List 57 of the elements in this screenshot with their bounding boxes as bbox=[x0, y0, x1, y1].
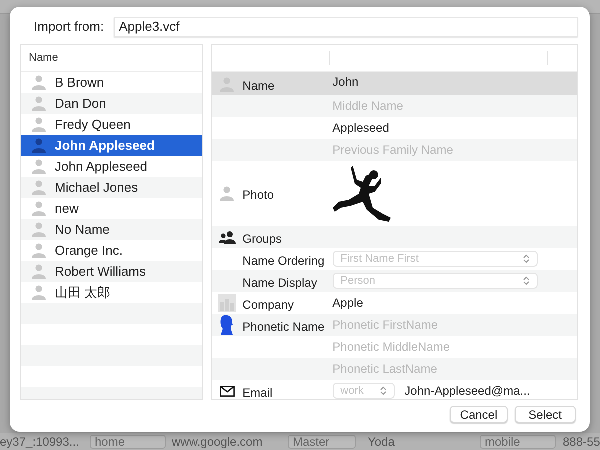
contact-row[interactable]: John Appleseed bbox=[21, 156, 202, 177]
person-icon bbox=[32, 201, 46, 216]
person-icon bbox=[32, 243, 46, 258]
field-row[interactable]: Company Apple bbox=[212, 292, 577, 314]
up-down-chevron-icon bbox=[522, 254, 530, 264]
field-value[interactable]: Appleseed bbox=[332, 121, 390, 135]
person-icon bbox=[220, 186, 234, 201]
url-text: www.google.com bbox=[172, 435, 263, 449]
contact-row[interactable]: 山田 太郎 bbox=[21, 282, 202, 303]
contact-row[interactable]: Dan Don bbox=[21, 93, 202, 114]
person-icon bbox=[32, 75, 46, 90]
field-value[interactable]: John bbox=[332, 72, 359, 89]
up-down-chevron-icon bbox=[380, 386, 387, 396]
field-label: Name Ordering bbox=[242, 254, 325, 268]
contact-row[interactable]: Fredy Queen bbox=[21, 114, 202, 135]
cancel-button[interactable]: Cancel bbox=[450, 406, 508, 423]
head-profile-icon bbox=[220, 315, 234, 335]
person-icon bbox=[32, 138, 46, 153]
contact-row[interactable]: Robert Williams bbox=[21, 261, 202, 282]
person-icon bbox=[32, 285, 46, 300]
field-label: Email bbox=[242, 386, 273, 399]
person-icon bbox=[32, 180, 46, 195]
field-label: Company bbox=[242, 298, 294, 312]
person-icon bbox=[32, 264, 46, 279]
contact-id-text: ey37_:10993... bbox=[0, 435, 80, 449]
field-row[interactable]: Email work John-Appleseed@ma... bbox=[212, 380, 577, 399]
contact-row[interactable]: Orange Inc. bbox=[21, 240, 202, 261]
field-row[interactable]: Name John bbox=[212, 72, 577, 95]
column-header[interactable]: Name bbox=[29, 52, 58, 64]
person-icon bbox=[32, 96, 46, 111]
contact-row[interactable]: new bbox=[21, 198, 202, 219]
phone-text: 888-55 bbox=[563, 435, 600, 449]
name-text: Yoda bbox=[368, 435, 395, 449]
up-down-chevron-icon bbox=[522, 276, 530, 286]
person-icon bbox=[32, 117, 46, 132]
field-value[interactable]: Apple bbox=[332, 296, 364, 310]
field-label: Name Display bbox=[242, 276, 318, 290]
person-icon bbox=[32, 159, 46, 174]
import-label: Import from: bbox=[34, 19, 104, 34]
field-label: Photo bbox=[242, 188, 274, 202]
envelope-icon bbox=[220, 386, 235, 396]
field-row[interactable]: Photo bbox=[212, 161, 577, 226]
building-icon bbox=[218, 294, 236, 312]
email-value[interactable]: John-Appleseed@ma... bbox=[404, 384, 530, 398]
field-row[interactable]: Appleseed bbox=[212, 117, 577, 139]
field-label: Name bbox=[242, 79, 275, 93]
person-icon bbox=[32, 222, 46, 237]
file-field[interactable]: Apple3.vcf bbox=[114, 16, 578, 36]
contact-row[interactable]: B Brown bbox=[21, 72, 202, 93]
field-label: Groups bbox=[242, 232, 282, 246]
field-row[interactable]: Name Ordering First Name First bbox=[212, 248, 577, 270]
select-button[interactable]: Select bbox=[514, 406, 576, 423]
contact-row[interactable]: No Name bbox=[21, 219, 202, 240]
contact-row[interactable]: Michael Jones bbox=[21, 177, 202, 198]
people-icon bbox=[218, 230, 236, 244]
field-label: Phonetic Name bbox=[242, 320, 325, 334]
contact-row[interactable]: John Appleseed bbox=[21, 135, 202, 156]
